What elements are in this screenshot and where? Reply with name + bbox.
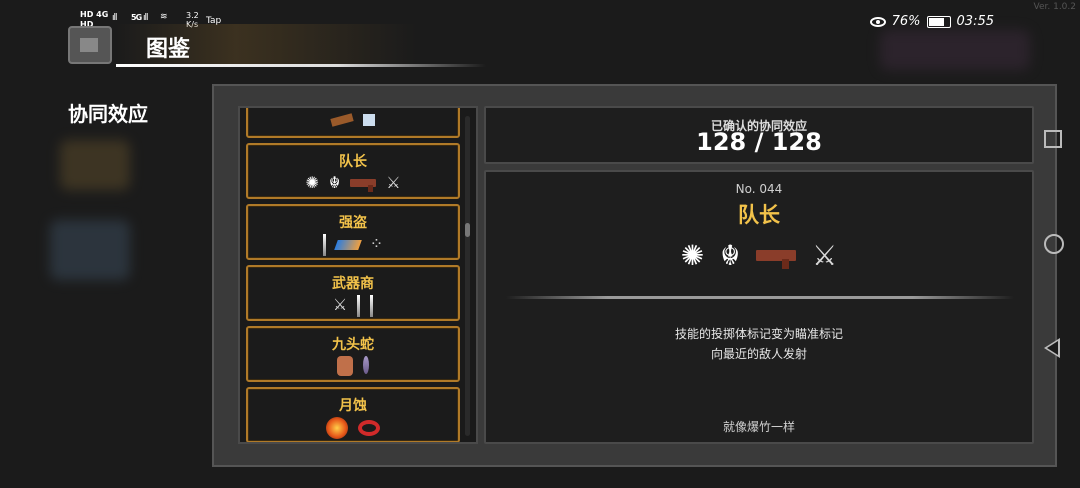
synergy-quote: 就像爆竹一样: [722, 420, 795, 434]
synergy-name: 队长: [738, 203, 780, 227]
wifi-icon: ≋: [160, 12, 167, 22]
synergy-list-item-name: 队长: [339, 154, 367, 170]
synergy-list-item-icons: [248, 112, 458, 127]
confirmed-count-box: 已确认的协同效应 128 / 128: [484, 106, 1034, 164]
synergy-list-item[interactable]: 九头蛇: [246, 326, 460, 382]
knife-icon: [322, 234, 326, 256]
back-nav-button[interactable]: [1044, 338, 1060, 358]
home-button[interactable]: [1044, 234, 1064, 254]
swords-icon: ⚔: [386, 173, 401, 192]
synergy-number: No. 044: [735, 182, 783, 196]
description-line: 向最近的敌人发射: [710, 347, 807, 361]
synergy-list-item-icons: ✺ ☬ ⚔: [248, 173, 458, 193]
synergy-list-item-icons: [248, 356, 458, 376]
synergy-list-item[interactable]: 武器商 ⚔: [246, 265, 460, 321]
signal-icon-2: ıll: [143, 13, 148, 23]
confirmed-count-value: 128 / 128: [696, 128, 822, 156]
book-icon: [333, 240, 362, 250]
burst-icon: ✺: [680, 239, 705, 272]
synergy-detail: No. 044 队长 ✺ ☬ ⚔ 技能的投掷体标记变为瞄准标记 向最近的敌人发射 就…: [484, 170, 1034, 444]
swords-icon: ⚔: [812, 239, 838, 272]
dot-icon: ⁘: [369, 234, 384, 253]
leaf-icon: [363, 356, 369, 374]
synergy-list-item[interactable]: 月蚀: [246, 387, 460, 442]
status-right: 76% 03:55: [869, 14, 994, 29]
version-label: Ver. 1.0.2: [1033, 2, 1077, 12]
background-blur: [60, 140, 130, 190]
scrollbar-thumb[interactable]: [465, 223, 470, 237]
recent-apps-button[interactable]: [1044, 130, 1062, 148]
synergy-list-item-icons: ⁘: [248, 234, 458, 256]
ring-icon: [358, 420, 380, 436]
burst-icon: ✺: [305, 173, 319, 192]
synergy-list-items: 队长 ✺ ☬ ⚔ 强盗 ⁘ 武器商 ⚔ 九头蛇月蚀: [246, 108, 460, 442]
synergy-list-item[interactable]: 强盗 ⁘: [246, 204, 460, 260]
synergy-list-item-icons: [248, 417, 458, 439]
synergy-list-item[interactable]: [246, 108, 460, 138]
synergy-item-icons: ✺ ☬ ⚔: [486, 238, 1032, 274]
back-button[interactable]: [68, 26, 112, 64]
plank-icon: [330, 113, 354, 127]
signal-icon: ıll: [112, 13, 117, 23]
background-blur: [50, 220, 130, 280]
section-title: 协同效应: [68, 102, 148, 126]
jar-icon: [337, 356, 353, 376]
header-underline: [116, 64, 486, 67]
synergy-list-item[interactable]: 队长 ✺ ☬ ⚔: [246, 143, 460, 199]
synergy-list-item-name: 九头蛇: [332, 337, 374, 353]
page-title: 图鉴: [146, 37, 191, 62]
spider-icon: ☬: [720, 239, 741, 272]
scroll-icon: [363, 114, 375, 126]
synergy-list-item-name: 月蚀: [339, 398, 367, 414]
battery-percent: 76%: [891, 14, 921, 29]
synergy-list[interactable]: 队长 ✺ ☬ ⚔ 强盗 ⁘ 武器商 ⚔ 九头蛇月蚀: [238, 106, 478, 444]
network-5g-label: 5G: [131, 13, 142, 22]
detail-divider: [506, 296, 1014, 299]
battery-icon: [926, 15, 951, 28]
description-line: 技能的投掷体标记变为瞄准标记: [674, 327, 843, 341]
synergy-list-item-name: 强盗: [339, 215, 367, 231]
swords-icon: ⚔: [332, 295, 348, 314]
clock: 03:55: [956, 14, 994, 29]
list-scrollbar[interactable]: [465, 116, 470, 436]
knife-icon: [357, 295, 361, 317]
knife-icon: [370, 295, 374, 317]
gun-icon: [350, 179, 377, 192]
synergy-list-item-name: 武器商: [332, 276, 374, 292]
eye-icon: [869, 16, 886, 27]
network-label: HD 4G: [80, 10, 109, 19]
synergy-description: 技能的投掷体标记变为瞄准标记 向最近的敌人发射: [486, 324, 1032, 364]
battery-fill: [928, 17, 944, 26]
gun-icon: [756, 250, 797, 269]
fire-icon: [326, 417, 348, 439]
spider-icon: ☬: [328, 173, 341, 192]
synergy-list-item-icons: ⚔: [248, 295, 458, 317]
